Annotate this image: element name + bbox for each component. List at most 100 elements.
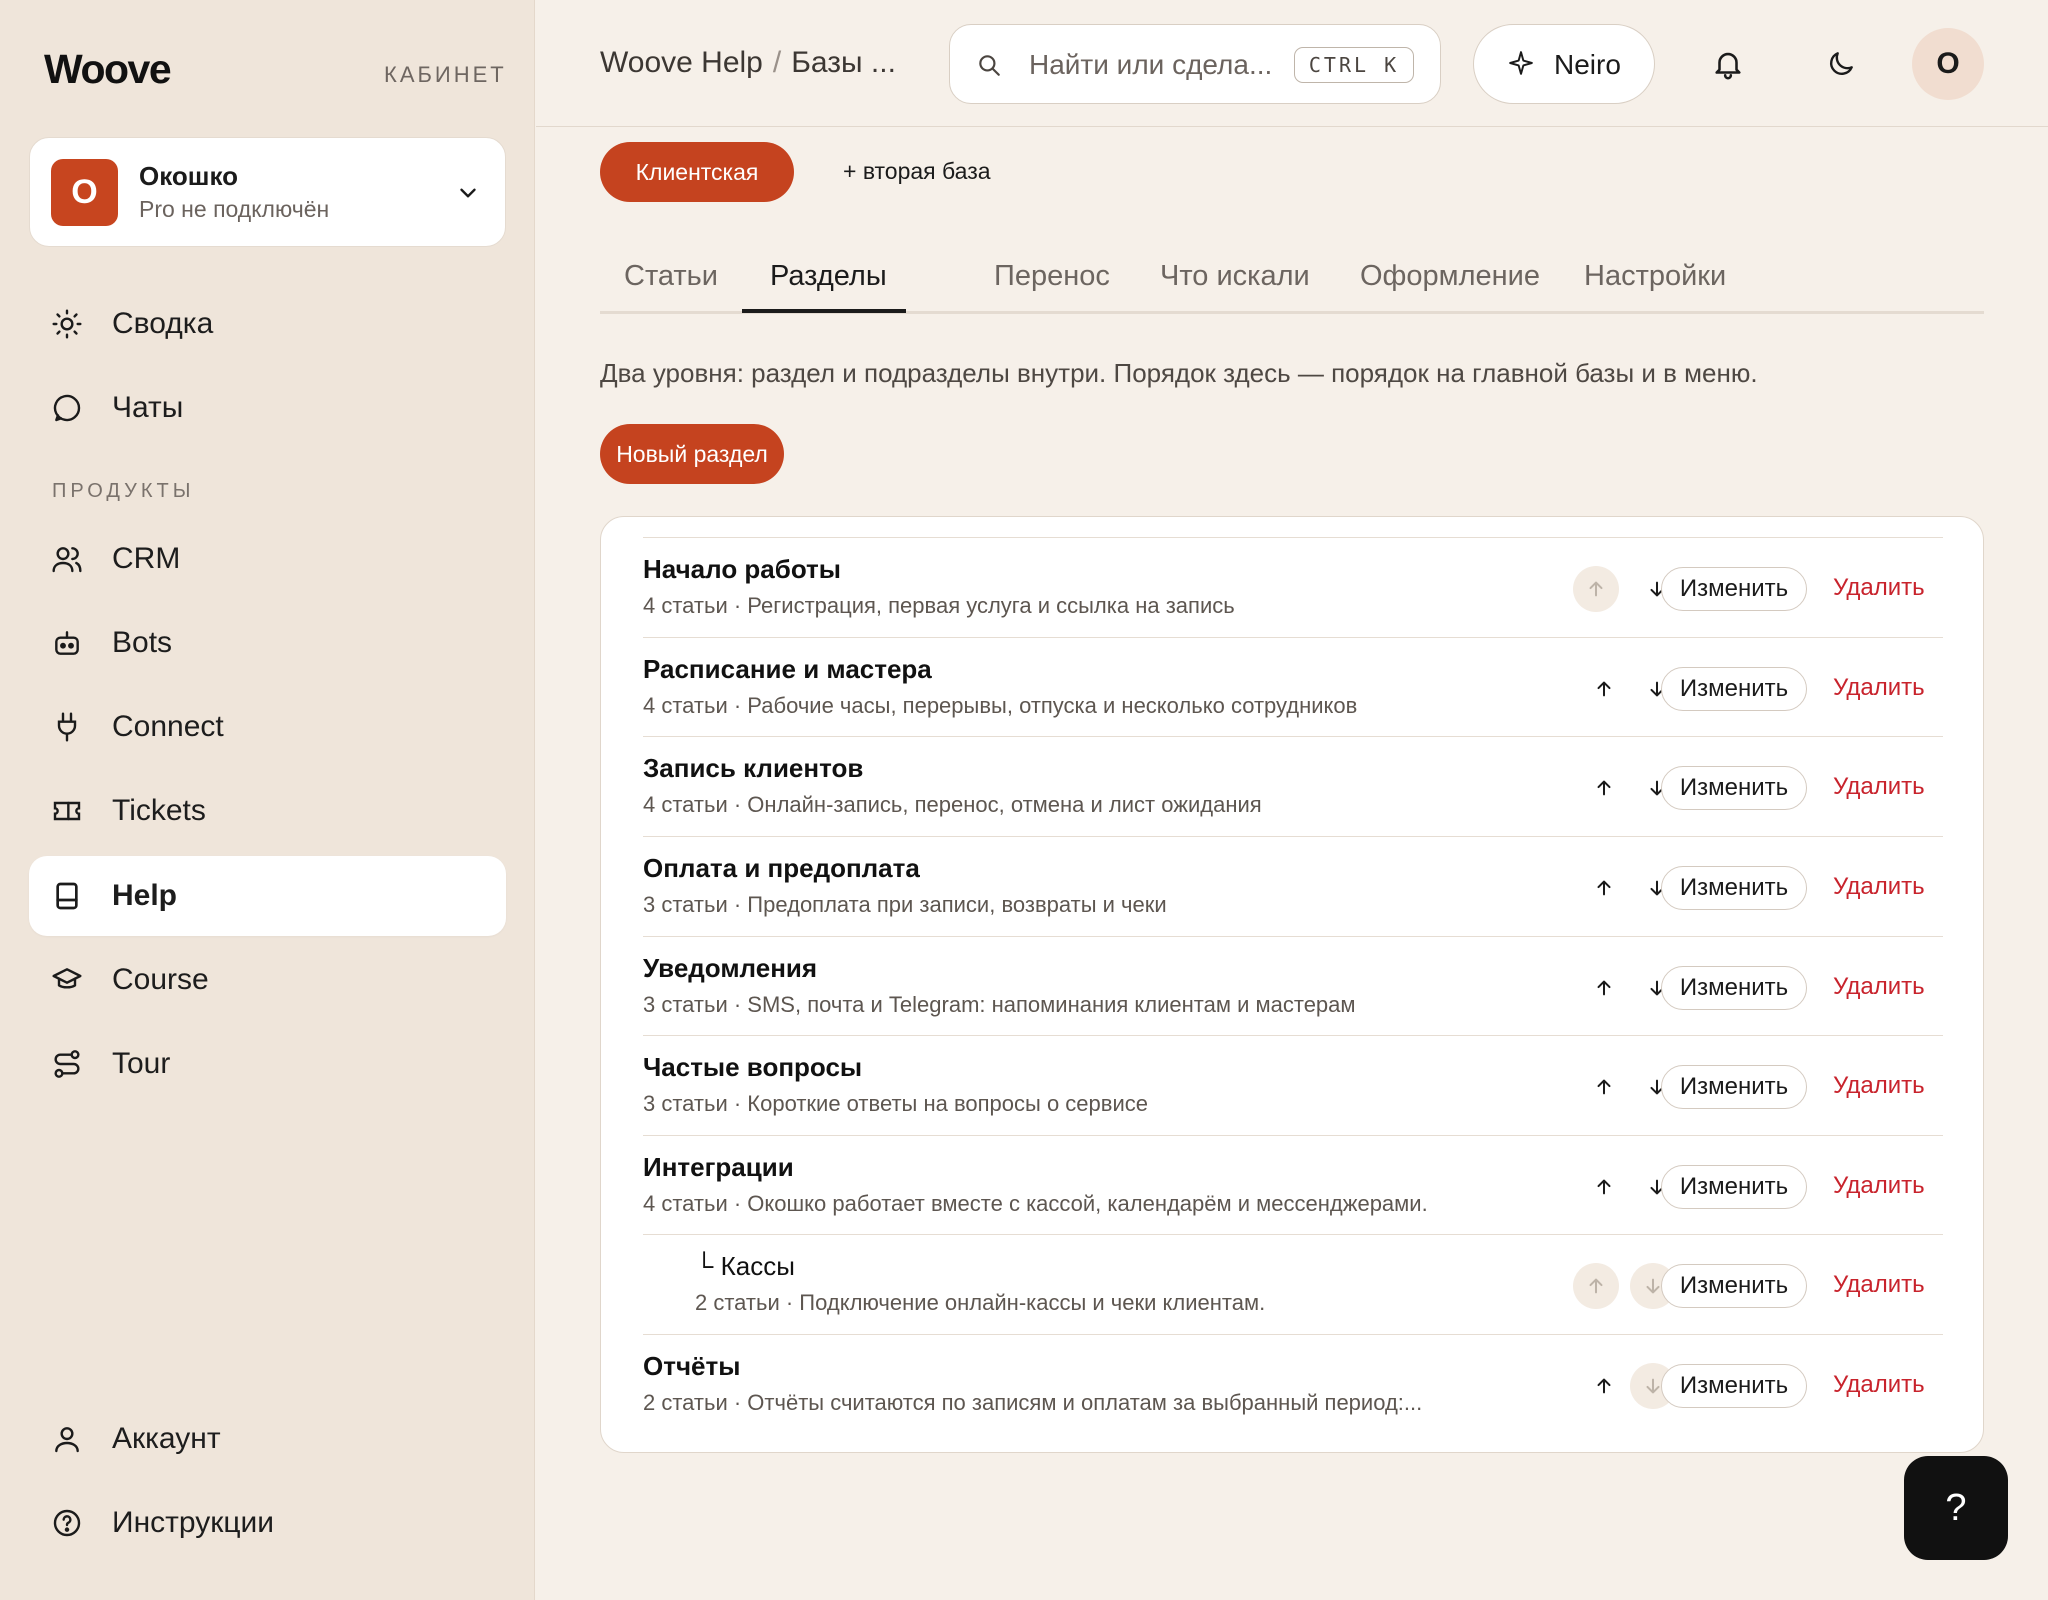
nav-item-crm[interactable]: CRM [29, 519, 506, 599]
edit-section-button[interactable]: Изменить [1661, 1264, 1807, 1308]
nav-item-account[interactable]: Аккаунт [29, 1399, 506, 1479]
section-meta: 3 статьи · Предоплата при записи, возвра… [643, 892, 1167, 917]
delete-section-button[interactable]: Удалить [1833, 1371, 1925, 1399]
nav-item-chats[interactable]: Чаты [29, 368, 506, 448]
tab-transfer[interactable]: Перенос [994, 260, 1110, 293]
nav-item-tour[interactable]: Tour [29, 1024, 506, 1104]
edit-section-button[interactable]: Изменить [1661, 966, 1807, 1010]
delete-section-button[interactable]: Удалить [1833, 973, 1925, 1001]
nav-item-help[interactable]: Help [29, 856, 506, 936]
route-icon [51, 1048, 83, 1080]
user-avatar[interactable]: О [1912, 28, 1984, 100]
delete-section-button[interactable]: Удалить [1833, 574, 1925, 602]
tab-articles[interactable]: Статьи [624, 260, 718, 293]
delete-section-button[interactable]: Удалить [1833, 674, 1925, 702]
breadcrumb-current[interactable]: Базы ... [791, 46, 896, 79]
tab-design[interactable]: Оформление [1360, 260, 1540, 293]
edit-section-button[interactable]: Изменить [1661, 1165, 1807, 1209]
delete-section-button[interactable]: Удалить [1833, 1271, 1925, 1299]
edit-section-button[interactable]: Изменить [1661, 667, 1807, 711]
delete-section-button[interactable]: Удалить [1833, 873, 1925, 901]
delete-section-button[interactable]: Удалить [1833, 1072, 1925, 1100]
neiro-button[interactable]: Neiro [1473, 24, 1655, 104]
nav-label: Чаты [112, 391, 184, 424]
nav-item-connect[interactable]: Connect [29, 687, 506, 767]
breadcrumb: Woove Help / Базы ... [600, 46, 896, 80]
nav-label: Аккаунт [112, 1422, 221, 1455]
app-logo[interactable]: Woove [44, 46, 172, 93]
arrow-up-icon [1573, 1263, 1619, 1309]
tab-sections[interactable]: Разделы [770, 260, 887, 293]
sections-description: Два уровня: раздел и подразделы внутри. … [600, 358, 1758, 388]
breadcrumb-separator: / [772, 46, 782, 79]
active-tab-indicator [742, 309, 906, 313]
new-section-button[interactable]: Новый раздел [600, 424, 784, 484]
arrow-up-icon[interactable] [1581, 666, 1627, 712]
arrow-up-icon [1573, 566, 1619, 612]
org-switcher[interactable]: О Окошко Pro не подключён [29, 137, 506, 247]
org-plan: Pro не подключён [139, 196, 330, 222]
section-title[interactable]: Интеграции [643, 1152, 794, 1183]
nav-label: Tour [112, 1047, 171, 1080]
plug-icon [51, 711, 83, 743]
search-input[interactable]: Найти или сдела... CTRL K [949, 24, 1441, 104]
section-title[interactable]: Начало работы [643, 554, 841, 585]
base-tab-active[interactable]: Клиентская [600, 142, 794, 202]
top-bar: Woove Help / Базы ... Найти или сдела... C… [536, 0, 2048, 127]
edit-section-button[interactable]: Изменить [1661, 567, 1807, 611]
edit-section-button[interactable]: Изменить [1661, 866, 1807, 910]
section-title[interactable]: Частые вопросы [643, 1052, 862, 1083]
arrow-up-icon[interactable] [1581, 1363, 1627, 1409]
chat-icon [51, 392, 83, 424]
help-fab-button[interactable]: ? [1904, 1456, 2008, 1560]
sidebar: Woove КАБИНЕТ О Окошко Pro не подключён … [0, 0, 535, 1600]
section-meta: 2 статьи · Отчёты считаются по записям и… [643, 1390, 1423, 1415]
section-meta: 4 статьи · Онлайн-запись, перенос, отмен… [643, 792, 1262, 817]
add-second-base-button[interactable]: + вторая база [843, 158, 991, 185]
sections-list: Начало работы 4 статьи · Регистрация, пер… [600, 516, 1984, 1453]
nav-label: Bots [112, 626, 173, 659]
edit-section-button[interactable]: Изменить [1661, 766, 1807, 810]
arrow-up-icon[interactable] [1581, 965, 1627, 1011]
chevron-down-icon [460, 188, 476, 198]
bell-icon[interactable] [1708, 44, 1748, 84]
section-title[interactable]: Отчёты [643, 1351, 740, 1382]
nav-label: Сводка [112, 307, 214, 340]
section-meta: 4 статьи · Регистрация, первая услуга и … [643, 593, 1235, 618]
org-name: Окошко [139, 161, 238, 191]
products-section-label: ПРОДУКТЫ [52, 480, 195, 502]
tab-settings[interactable]: Настройки [1584, 260, 1726, 293]
arrow-up-icon[interactable] [1581, 865, 1627, 911]
arrow-up-icon[interactable] [1581, 765, 1627, 811]
nav-item-summary[interactable]: Сводка [29, 284, 506, 364]
section-title[interactable]: Оплата и предоплата [643, 853, 920, 884]
search-placeholder: Найти или сдела... [1029, 49, 1273, 80]
sparkle-icon [1509, 51, 1533, 75]
breadcrumb-root[interactable]: Woove Help [600, 46, 763, 79]
section-meta: 4 статьи · Окошко работает вместе с касс… [643, 1191, 1428, 1216]
moon-icon[interactable] [1821, 44, 1861, 84]
cabinet-label: КАБИНЕТ [384, 62, 507, 87]
nav-item-tickets[interactable]: Tickets [29, 771, 506, 851]
user-icon [51, 1423, 83, 1455]
nav-item-instructions[interactable]: Инструкции [29, 1483, 506, 1563]
edit-section-button[interactable]: Изменить [1661, 1065, 1807, 1109]
bot-icon [51, 627, 83, 659]
section-title[interactable]: Запись клиентов [643, 753, 863, 784]
section-row: Расписание и мастера 4 статьи · Рабочие ч… [643, 637, 1943, 737]
tab-searched[interactable]: Что искали [1160, 260, 1310, 293]
nav-item-course[interactable]: Course [29, 940, 506, 1020]
nav-item-bots[interactable]: Bots [29, 603, 506, 683]
section-title[interactable]: Уведомления [643, 953, 817, 984]
org-avatar: О [51, 159, 118, 226]
arrow-up-icon[interactable] [1581, 1064, 1627, 1110]
section-title[interactable]: └ Кассы [695, 1251, 795, 1282]
section-meta: 3 статьи · SMS, почта и Telegram: напоми… [643, 992, 1356, 1017]
section-title[interactable]: Расписание и мастера [643, 654, 932, 685]
sun-icon [51, 308, 83, 340]
delete-section-button[interactable]: Удалить [1833, 1172, 1925, 1200]
delete-section-button[interactable]: Удалить [1833, 773, 1925, 801]
arrow-up-icon[interactable] [1581, 1164, 1627, 1210]
nav-label: Help [112, 879, 178, 912]
edit-section-button[interactable]: Изменить [1661, 1364, 1807, 1408]
